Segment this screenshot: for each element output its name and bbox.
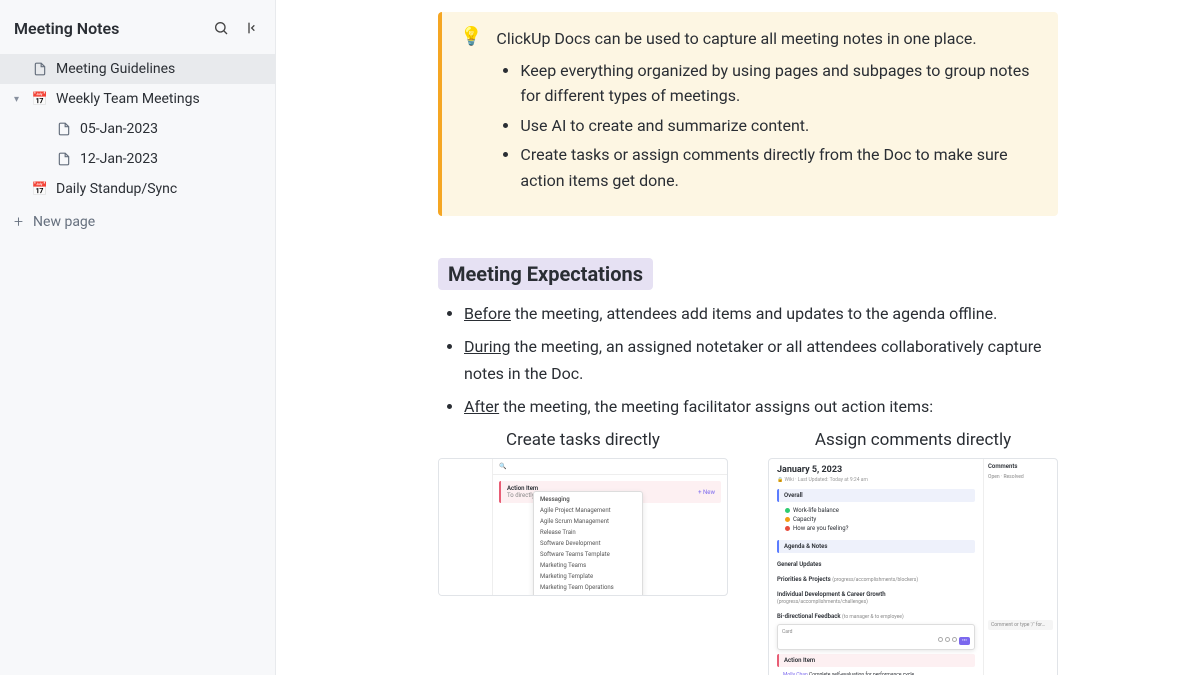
thumb-block: Agenda & Notes [777, 540, 975, 553]
sidebar-item-weekly-team-meetings[interactable]: ▾ 📅 Weekly Team Meetings [0, 84, 275, 114]
lightbulb-icon: 💡 [460, 26, 482, 198]
callout-lead: ClickUp Docs can be used to capture all … [496, 26, 1038, 52]
plus-icon: + [14, 212, 23, 231]
calendar-icon: 📅 [32, 182, 48, 197]
page-icon [56, 152, 72, 166]
list-item-text: the meeting, the meeting facilitator ass… [499, 397, 933, 416]
sidebar-title: Meeting Notes [14, 19, 119, 38]
list-item[interactable]: After the meeting, the meeting facilitat… [464, 393, 1058, 420]
sidebar-item-12-jan-2023[interactable]: 12-Jan-2023 [0, 144, 275, 174]
thumb-meta: 🔒 Wiki · Last Updated: Today at 9:24 am [777, 477, 975, 483]
list-item[interactable]: During the meeting, an assigned notetake… [464, 333, 1058, 387]
callout-bullet: Keep everything organized by using pages… [520, 58, 1038, 109]
sidebar-item-05-jan-2023[interactable]: 05-Jan-2023 [0, 114, 275, 144]
thumb-popup: Card ••• [777, 624, 975, 650]
two-column-layout: Create tasks directly 🔍 Action Item To d… [438, 430, 1058, 675]
thumb-search: 🔍 [493, 459, 727, 475]
callout-body: ClickUp Docs can be used to capture all … [496, 26, 1038, 198]
list-item[interactable]: Before the meeting, attendees add items … [464, 300, 1058, 327]
list-item-text: the meeting, an assigned notetaker or al… [464, 337, 1042, 383]
collapse-sidebar-icon[interactable] [241, 18, 261, 38]
sidebar-item-label: Meeting Guidelines [56, 61, 175, 77]
underline-word: After [464, 397, 499, 416]
thumb-action-block: Action Item [777, 654, 975, 667]
sidebar-item-label: Daily Standup/Sync [56, 181, 177, 197]
thumb-comments-panel: Comments Open · Resolved Comment or type… [983, 459, 1057, 675]
chevron-down-icon[interactable]: ▾ [14, 94, 24, 105]
underline-word: During [464, 337, 510, 356]
sidebar-actions [211, 18, 261, 38]
sidebar-item-label: 05-Jan-2023 [80, 121, 158, 137]
callout-bullet: Create tasks or assign comments directly… [520, 142, 1038, 193]
thumb-date: January 5, 2023 [777, 465, 975, 475]
page-icon [32, 62, 48, 76]
new-page-label: New page [33, 214, 95, 230]
sidebar-item-label: Weekly Team Meetings [56, 91, 200, 107]
page-tree: Meeting Guidelines ▾ 📅 Weekly Team Meeti… [0, 52, 275, 239]
callout-bullet: Use AI to create and summarize content. [520, 113, 1038, 139]
column-title: Assign comments directly [815, 430, 1011, 450]
column-right: Assign comments directly January 5, 2023… [768, 430, 1058, 675]
thumb-dropdown: Messaging Agile Project Management Agile… [533, 491, 643, 596]
thumb-block: Overall [777, 489, 975, 502]
column-title: Create tasks directly [506, 430, 660, 450]
page-icon [56, 122, 72, 136]
sidebar-item-label: 12-Jan-2023 [80, 151, 158, 167]
calendar-icon: 📅 [32, 92, 48, 107]
expectations-list: Before the meeting, attendees add items … [438, 300, 1058, 421]
callout-block[interactable]: 💡 ClickUp Docs can be used to capture al… [438, 12, 1058, 216]
sidebar: Meeting Notes Meeting Guidelines ▾ 📅 Wee… [0, 0, 276, 675]
screenshot-assign-comments[interactable]: January 5, 2023 🔒 Wiki · Last Updated: T… [768, 458, 1058, 675]
sidebar-item-daily-standup[interactable]: 📅 Daily Standup/Sync [0, 174, 275, 204]
main-content: 💡 ClickUp Docs can be used to capture al… [276, 0, 1200, 675]
sidebar-item-meeting-guidelines[interactable]: Meeting Guidelines [0, 54, 275, 84]
new-page-button[interactable]: + New page [0, 204, 275, 239]
section-heading[interactable]: Meeting Expectations [438, 258, 653, 290]
underline-word: Before [464, 304, 511, 323]
sidebar-header: Meeting Notes [0, 0, 275, 52]
search-icon[interactable] [211, 18, 231, 38]
list-item-text: the meeting, attendees add items and upd… [511, 304, 997, 323]
screenshot-create-tasks[interactable]: 🔍 Action Item To directly create + New M… [438, 458, 728, 596]
column-left: Create tasks directly 🔍 Action Item To d… [438, 430, 728, 675]
